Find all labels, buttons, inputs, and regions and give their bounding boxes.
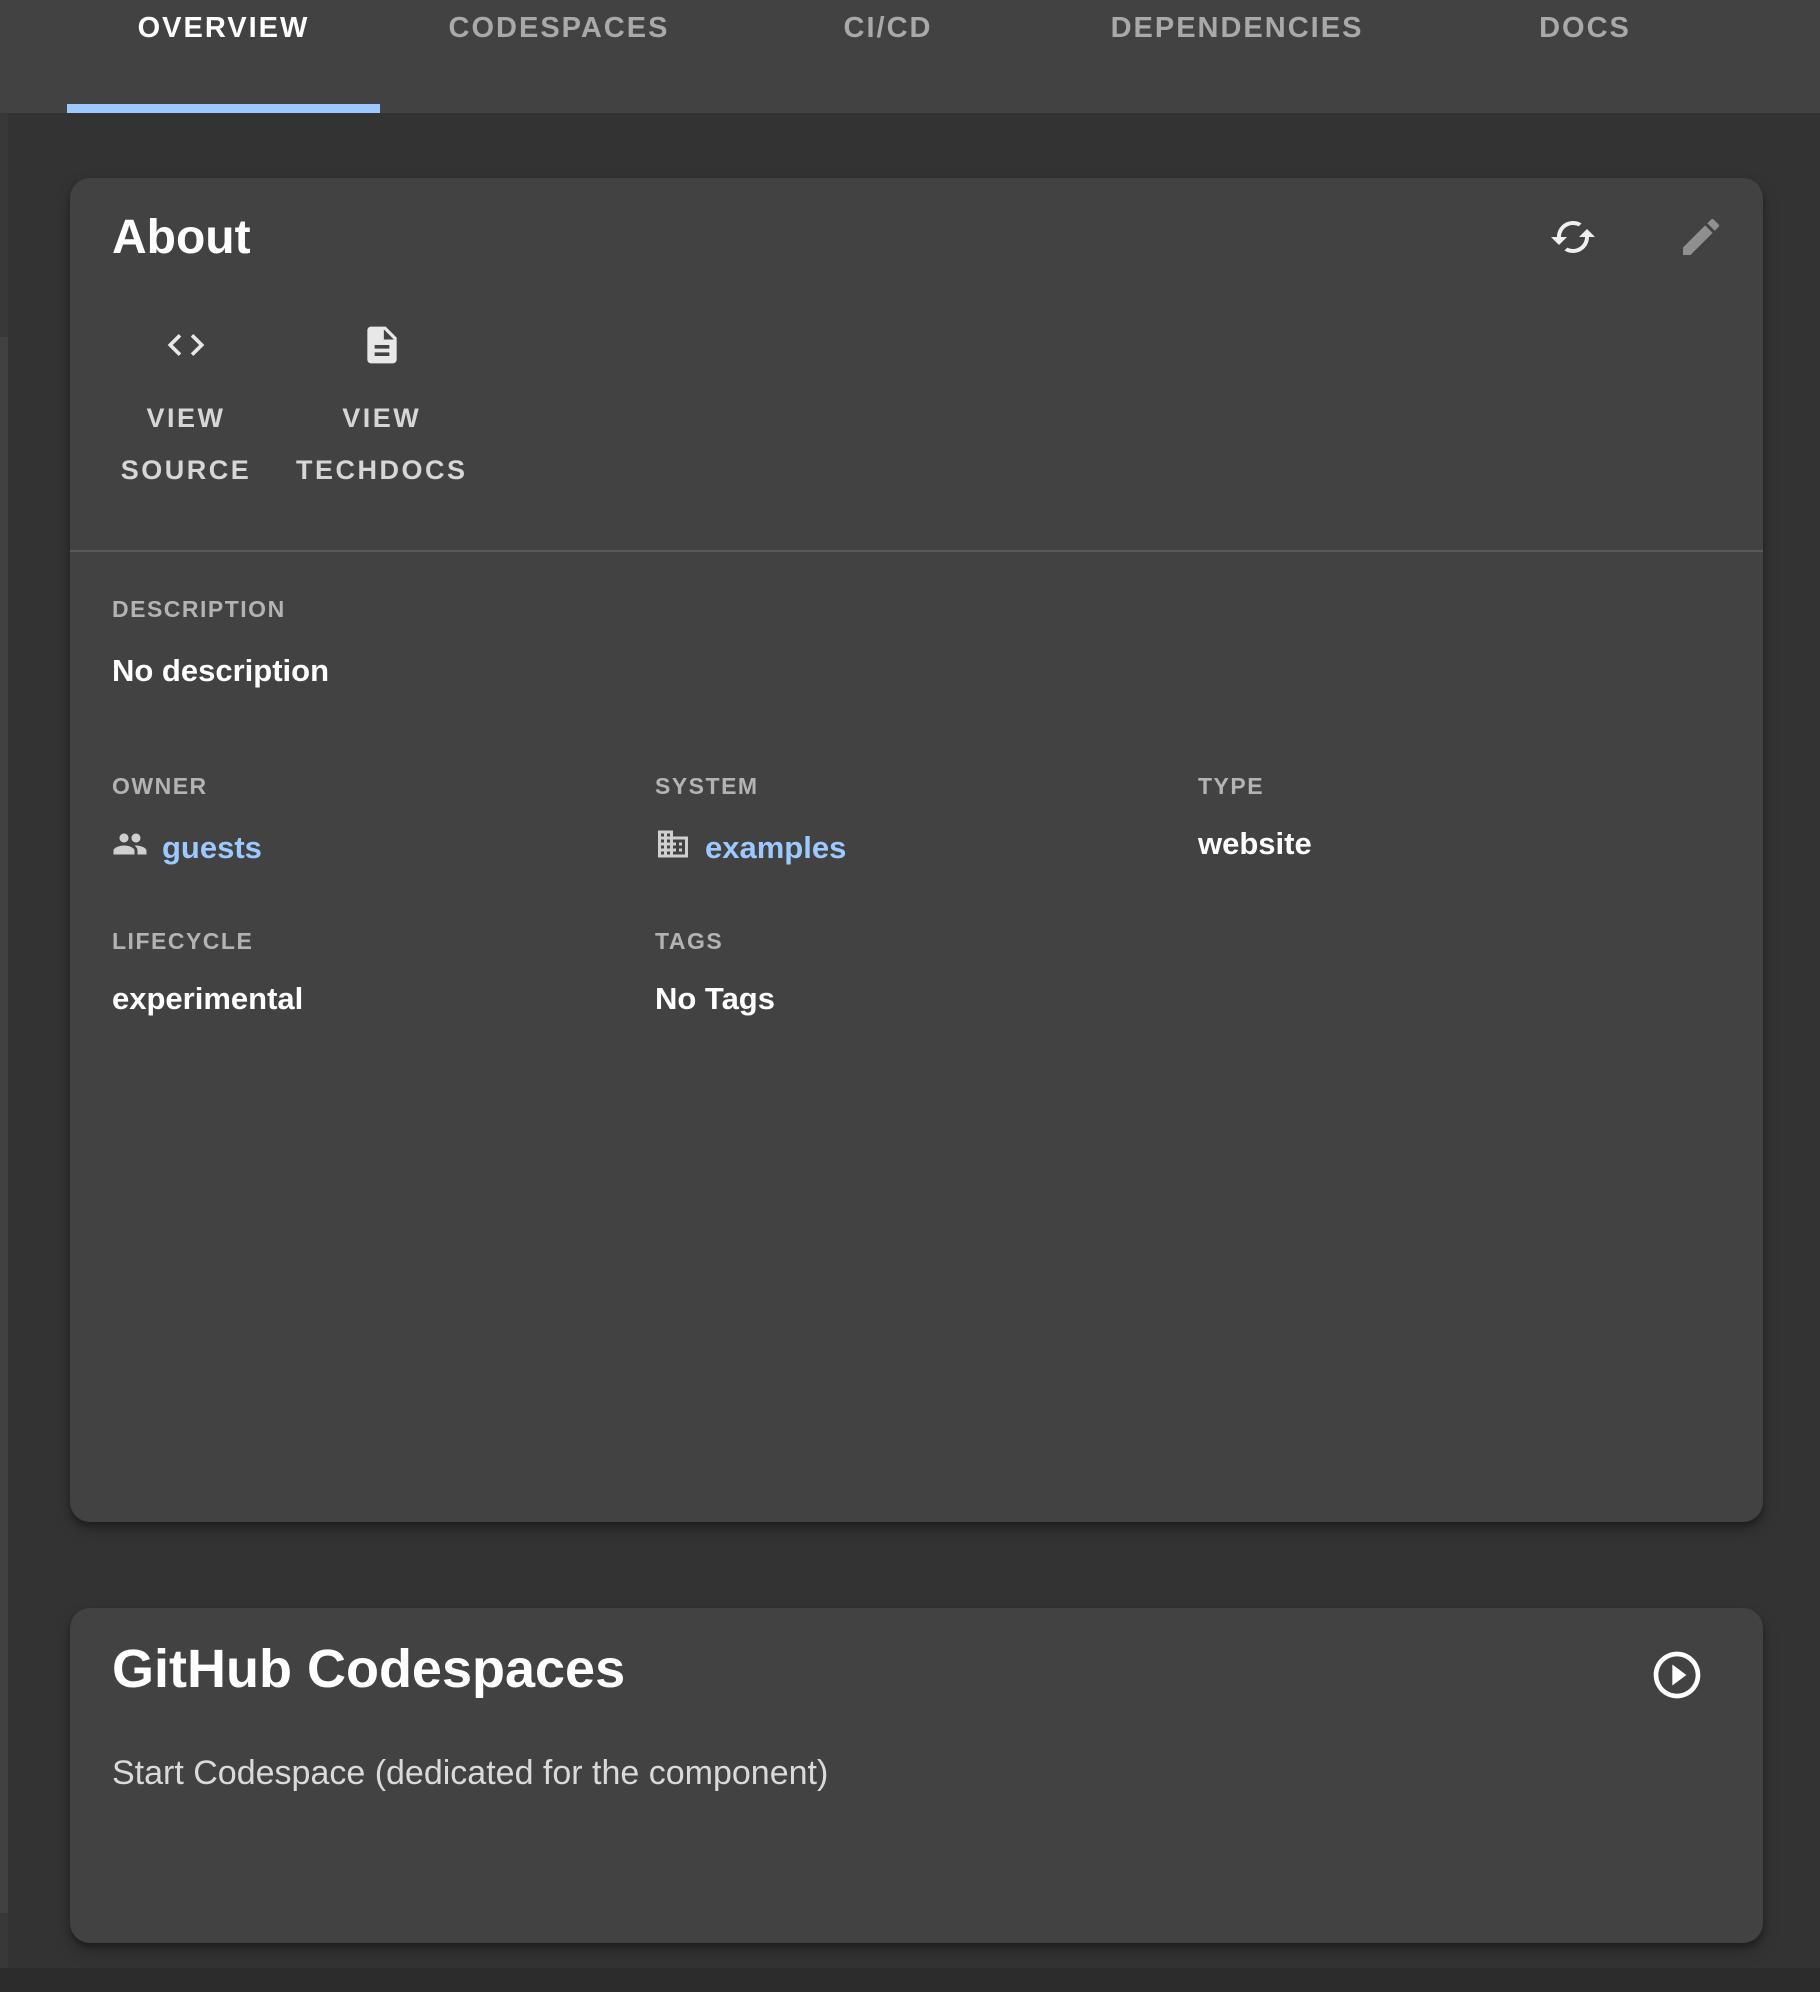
about-card-title: About	[112, 212, 251, 265]
play-circle-icon	[1649, 1647, 1705, 1706]
system-field: SYSTEM examples	[655, 773, 1198, 870]
about-fields-grid: OWNER guests SYSTEM	[112, 773, 1721, 1017]
left-scroll-track	[0, 113, 8, 1992]
edit-pencil-icon	[1677, 213, 1725, 264]
github-codespaces-card: GitHub Codespaces Start Codespace (dedic…	[70, 1608, 1763, 1943]
system-link[interactable]: examples	[655, 826, 846, 870]
about-card-actions	[1547, 212, 1727, 264]
group-icon	[112, 826, 148, 870]
code-icon	[164, 323, 208, 372]
system-link-text: examples	[705, 830, 846, 866]
refresh-button[interactable]	[1547, 212, 1599, 264]
entity-page: OVERVIEW CODESPACES CI/CD DEPENDENCIES D…	[0, 0, 1820, 1992]
docs-icon	[360, 323, 404, 372]
view-techdocs-link[interactable]: VIEW TECHDOCS	[296, 323, 468, 496]
owner-link-text: guests	[162, 830, 262, 866]
owner-label: OWNER	[112, 773, 655, 800]
owner-field: OWNER guests	[112, 773, 655, 870]
refresh-icon	[1549, 213, 1597, 264]
lifecycle-field: LIFECYCLE experimental	[112, 928, 655, 1017]
codespaces-card-subtitle: Start Codespace (dedicated for the compo…	[70, 1754, 1763, 1793]
type-label: TYPE	[1198, 773, 1721, 800]
system-business-icon	[655, 826, 691, 870]
start-codespace-button[interactable]	[1649, 1648, 1705, 1704]
lifecycle-label: LIFECYCLE	[112, 928, 655, 955]
left-scroll-thumb[interactable]	[0, 337, 8, 1913]
codespaces-card-title: GitHub Codespaces	[112, 1638, 625, 1700]
system-label: SYSTEM	[655, 773, 1198, 800]
owner-link[interactable]: guests	[112, 826, 262, 870]
tab-docs[interactable]: DOCS	[1436, 0, 1734, 113]
lifecycle-value: experimental	[112, 981, 655, 1017]
tags-field: TAGS No Tags	[655, 928, 1198, 1017]
tab-cicd[interactable]: CI/CD	[738, 0, 1038, 113]
tab-codespaces[interactable]: CODESPACES	[380, 0, 738, 113]
about-card-divider	[70, 550, 1763, 552]
tab-dependencies[interactable]: DEPENDENCIES	[1038, 0, 1436, 113]
about-card-header: About	[70, 178, 1763, 265]
view-source-label: VIEW SOURCE	[121, 392, 252, 496]
tags-value: No Tags	[655, 981, 1198, 1017]
about-card-quick-links: VIEW SOURCE VIEW TECHDOCS	[70, 265, 1763, 496]
description-value: No description	[112, 653, 1721, 689]
about-card: About VIEW	[70, 178, 1763, 1522]
tab-overview[interactable]: OVERVIEW	[67, 0, 380, 113]
entity-tab-bar: OVERVIEW CODESPACES CI/CD DEPENDENCIES D…	[0, 0, 1820, 113]
codespaces-card-header: GitHub Codespaces	[70, 1608, 1763, 1704]
about-card-body: DESCRIPTION No description OWNER guests	[70, 596, 1763, 1017]
description-label: DESCRIPTION	[112, 596, 1721, 623]
view-source-link[interactable]: VIEW SOURCE	[112, 323, 260, 496]
edit-button[interactable]	[1675, 212, 1727, 264]
type-value: website	[1198, 826, 1721, 862]
bottom-page-edge	[0, 1968, 1820, 1992]
type-field: TYPE website	[1198, 773, 1721, 870]
view-techdocs-label: VIEW TECHDOCS	[296, 392, 468, 496]
tags-label: TAGS	[655, 928, 1198, 955]
